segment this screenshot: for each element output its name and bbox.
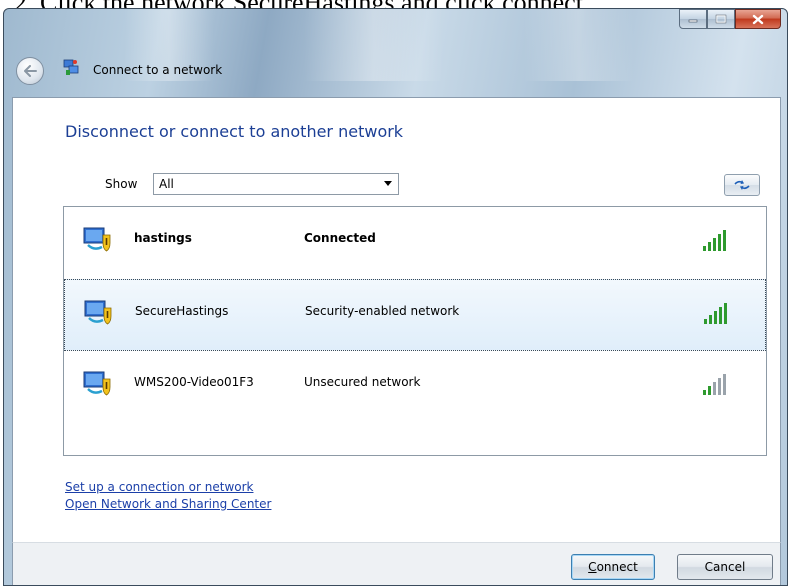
minimize-button[interactable] <box>679 9 707 29</box>
cancel-button[interactable]: Cancel <box>677 554 773 580</box>
network-name: SecureHastings <box>135 304 229 318</box>
network-row-securehastings[interactable]: SecureHastings Security-enabled network <box>64 279 766 351</box>
wireless-network-icon <box>83 227 111 252</box>
wireless-network-icon <box>84 300 112 325</box>
show-selected-value: All <box>159 177 174 191</box>
network-row-hastings[interactable]: hastings Connected <box>64 207 766 279</box>
network-status: Security-enabled network <box>305 304 460 318</box>
close-icon <box>752 14 764 24</box>
refresh-button[interactable] <box>724 174 760 196</box>
wireless-network-icon <box>83 371 111 396</box>
signal-strength-icon <box>703 374 726 395</box>
content-area: Disconnect or connect to another network… <box>12 97 781 542</box>
setup-connection-link[interactable]: Set up a connection or network <box>65 479 271 496</box>
network-list: hastings Connected SecureHastings Securi… <box>63 206 767 456</box>
network-name: hastings <box>134 231 192 245</box>
dropdown-arrow-icon <box>384 181 392 186</box>
signal-strength-icon <box>704 303 727 324</box>
network-sharing-center-link[interactable]: Open Network and Sharing Center <box>65 496 271 513</box>
button-bar: Connect Cancel <box>12 542 781 585</box>
maximize-icon <box>715 14 727 24</box>
close-button[interactable] <box>735 9 781 29</box>
window-controls <box>679 9 781 29</box>
network-status: Unsecured network <box>304 375 421 389</box>
links-area: Set up a connection or network Open Netw… <box>65 479 271 513</box>
network-status: Connected <box>304 231 376 245</box>
minimize-icon <box>688 19 698 23</box>
refresh-icon <box>734 180 750 190</box>
maximize-button[interactable] <box>707 9 735 29</box>
back-arrow-icon <box>24 65 37 77</box>
page-heading: Disconnect or connect to another network <box>65 122 404 141</box>
signal-strength-icon <box>703 230 726 251</box>
back-button[interactable] <box>16 57 44 85</box>
connect-label-rest: onnect <box>596 560 638 574</box>
connect-accelerator: C <box>588 560 597 574</box>
show-label: Show <box>105 177 138 191</box>
network-name: WMS200-Video01F3 <box>134 375 254 389</box>
connect-window: Connect to a network Disconnect or conne… <box>3 8 788 586</box>
connect-button[interactable]: Connect <box>571 554 655 580</box>
window-title: Connect to a network <box>93 63 223 77</box>
network-row-wms200[interactable]: WMS200-Video01F3 Unsecured network <box>64 351 766 423</box>
network-wizard-icon <box>63 59 79 75</box>
show-dropdown[interactable]: All <box>153 173 399 195</box>
